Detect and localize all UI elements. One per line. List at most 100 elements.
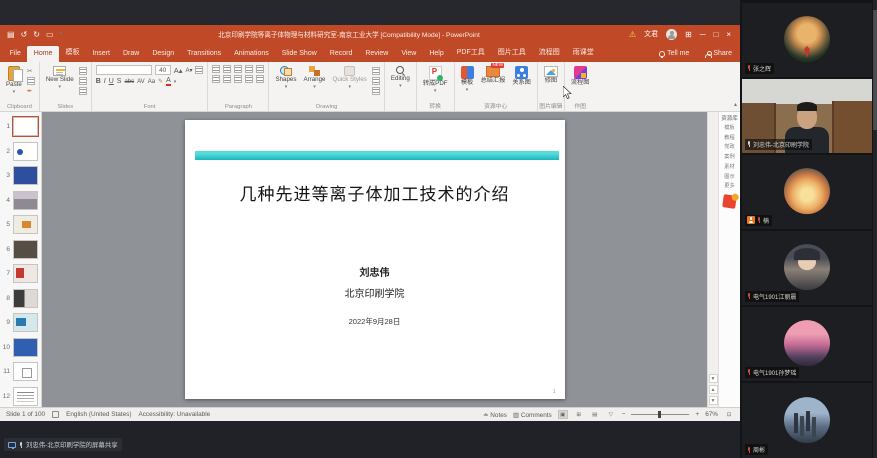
- thumbnail-row[interactable]: 12: [1, 386, 41, 406]
- notes-button[interactable]: ≐ Notes: [483, 411, 507, 419]
- language-status[interactable]: English (United States): [66, 411, 131, 418]
- tab-review[interactable]: Review: [359, 46, 395, 62]
- shadow-button[interactable]: S: [117, 78, 122, 85]
- thumbnail-row[interactable]: 7: [1, 264, 41, 283]
- shape-fill-icon[interactable]: [371, 67, 380, 75]
- participant-tile[interactable]: 张之辉: [742, 3, 872, 77]
- slide-author[interactable]: 刘忠伟: [185, 264, 565, 279]
- slide-thumbnail-4[interactable]: [13, 190, 38, 210]
- cut-icon[interactable]: ✂: [27, 67, 35, 75]
- accessibility-status[interactable]: Accessibility: Unavailable: [138, 411, 210, 418]
- tab-picture-tools[interactable]: 图片工具: [491, 43, 532, 62]
- align-center-icon[interactable]: [223, 75, 232, 83]
- decrease-indent-icon[interactable]: [234, 65, 243, 73]
- next-slide-icon[interactable]: ▼: [708, 396, 718, 405]
- slide-thumbnail-panel[interactable]: 1 2 3 4 5 6 7 8 9 10 11 12: [0, 112, 42, 407]
- arrange-button[interactable]: Arrange ▾: [301, 65, 327, 101]
- thumbnail-row[interactable]: 9: [1, 313, 41, 332]
- slide-thumbnail-3[interactable]: [13, 166, 38, 185]
- resource-item[interactable]: 更多: [724, 183, 734, 189]
- slide-1[interactable]: 几种先进等离子体加工技术的介绍 刘忠伟 北京印刷学院 2022年9月28日 1: [184, 120, 565, 399]
- tab-home[interactable]: Home: [27, 46, 59, 62]
- editing-button[interactable]: Editing ▾: [389, 65, 412, 101]
- thumbnail-row[interactable]: 10: [1, 337, 41, 357]
- comments-button[interactable]: ▥ Comments: [513, 411, 552, 419]
- tab-transitions[interactable]: Transitions: [181, 46, 228, 62]
- tab-help[interactable]: Help: [423, 46, 450, 62]
- slide-thumbnail-1[interactable]: [11, 115, 40, 138]
- grow-font-icon[interactable]: A▴: [174, 66, 183, 75]
- zoom-in-icon[interactable]: +: [695, 411, 699, 418]
- thumbnail-row[interactable]: 1: [1, 115, 41, 138]
- template-button[interactable]: 模板 ▾: [459, 65, 476, 101]
- user-avatar[interactable]: [666, 28, 678, 40]
- tab-pdf-tools[interactable]: PDF工具: [450, 43, 491, 62]
- tab-muban[interactable]: 模板: [59, 43, 86, 62]
- resource-item[interactable]: 图示: [724, 174, 734, 180]
- canvas-scrollbar[interactable]: ▼ ▲ ▼: [707, 112, 718, 407]
- shape-effects-icon[interactable]: [371, 87, 380, 95]
- reading-view-icon[interactable]: ▤: [590, 410, 600, 419]
- font-color-button[interactable]: A: [166, 77, 171, 86]
- clear-format-icon[interactable]: [195, 66, 204, 74]
- slide-canvas[interactable]: 几种先进等离子体加工技术的介绍 刘忠伟 北京印刷学院 2022年9月28日 1: [42, 112, 707, 407]
- shapes-button[interactable]: Shapes ▾: [273, 65, 298, 101]
- participant-tile[interactable]: 刘忠伟-北京印刷学院: [742, 79, 872, 153]
- warning-icon[interactable]: ⚠: [629, 30, 636, 39]
- thumbnail-row[interactable]: 5: [1, 215, 41, 234]
- copy-icon[interactable]: [26, 77, 35, 85]
- save-icon[interactable]: ▤: [7, 30, 15, 39]
- slideshow-view-icon[interactable]: ▽: [606, 410, 616, 419]
- tab-insert[interactable]: Insert: [86, 46, 117, 62]
- increase-indent-icon[interactable]: [245, 65, 254, 73]
- columns-icon[interactable]: [256, 75, 265, 83]
- slide-title[interactable]: 几种先进等离子体加工技术的介绍: [185, 180, 565, 205]
- resource-item[interactable]: 教程: [724, 135, 734, 141]
- slide-thumbnail-11[interactable]: [13, 362, 38, 381]
- tab-design[interactable]: Design: [146, 46, 181, 62]
- reset-icon[interactable]: [78, 77, 87, 85]
- resource-item[interactable]: 案例: [724, 154, 734, 160]
- participant-tile[interactable]: 周彬: [742, 383, 872, 458]
- resource-item[interactable]: 模板: [724, 125, 734, 131]
- resource-item[interactable]: 素材: [724, 164, 734, 170]
- paste-button[interactable]: Paste ▾: [4, 65, 24, 101]
- slide-thumbnail-8[interactable]: [13, 288, 38, 308]
- slide-date[interactable]: 2022年9月28日: [185, 316, 565, 327]
- thumbnail-row[interactable]: 2: [1, 141, 41, 161]
- close-button[interactable]: ×: [726, 30, 731, 39]
- bullets-icon[interactable]: [212, 65, 221, 73]
- thumbnail-row[interactable]: 3: [1, 166, 41, 185]
- slide-thumbnail-5[interactable]: [13, 215, 38, 234]
- retouch-button[interactable]: 修图: [542, 65, 560, 101]
- collapse-ribbon-icon[interactable]: ▴: [734, 101, 737, 108]
- tab-draw[interactable]: Draw: [116, 46, 145, 62]
- spellcheck-icon[interactable]: [52, 411, 60, 418]
- zoom-out-icon[interactable]: −: [622, 411, 626, 418]
- gift-icon[interactable]: [722, 194, 737, 209]
- slide-thumbnail-2[interactable]: [13, 141, 38, 161]
- participant-tile[interactable]: 电气1901江丽晨: [742, 231, 872, 305]
- thumbnail-row[interactable]: 11: [1, 362, 41, 381]
- layout-icon[interactable]: [78, 67, 87, 75]
- tab-file[interactable]: File: [3, 46, 27, 62]
- fit-to-window-icon[interactable]: ⊡: [724, 410, 734, 419]
- font-size-input[interactable]: 40: [154, 65, 171, 75]
- minimize-button[interactable]: ─: [700, 30, 706, 39]
- align-left-icon[interactable]: [212, 75, 221, 83]
- underline-button[interactable]: U: [109, 78, 114, 85]
- resource-panel-header[interactable]: 资源库: [721, 114, 738, 122]
- zoom-level[interactable]: 67%: [705, 411, 718, 418]
- normal-view-icon[interactable]: ▣: [557, 410, 568, 419]
- tab-record[interactable]: Record: [323, 46, 359, 62]
- slide-sorter-icon[interactable]: ⊞: [574, 410, 584, 419]
- participant-tile[interactable]: 电气1901孙梦瑶: [742, 307, 872, 381]
- slide-thumbnail-7[interactable]: [13, 264, 38, 283]
- thumbnail-row[interactable]: 8: [1, 288, 41, 308]
- tell-me[interactable]: Tell me: [651, 46, 697, 62]
- sidebar-scrollbar[interactable]: [873, 0, 877, 458]
- quick-styles-button[interactable]: Quick Styles ▾: [331, 65, 369, 101]
- flowchart-button[interactable]: 流程图: [569, 65, 592, 101]
- participant-tile[interactable]: 楠: [742, 155, 872, 229]
- zoom-slider[interactable]: [631, 411, 690, 418]
